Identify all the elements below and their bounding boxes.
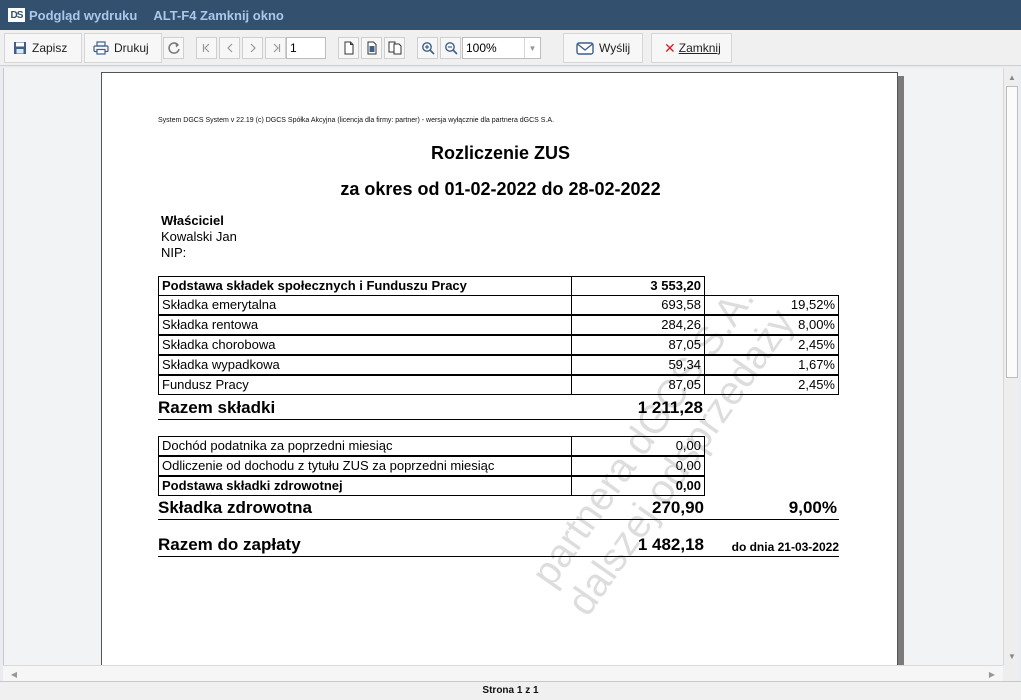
- multi-page-button[interactable]: [384, 37, 405, 59]
- payment-total-label: Razem do zapłaty: [158, 535, 301, 554]
- close-icon: ✕: [664, 39, 676, 56]
- owner-block: Właściciel Kowalski Jan NIP:: [161, 213, 237, 261]
- zoom-in-button[interactable]: [417, 37, 438, 59]
- contribution-label: Składka chorobowa: [158, 335, 572, 355]
- close-button-label: Zamknij: [678, 41, 721, 55]
- zoom-select[interactable]: 100% ▼: [462, 37, 541, 59]
- health-base-value: 0,00: [571, 476, 705, 496]
- contribution-value: 693,58: [571, 295, 705, 315]
- scroll-right-icon[interactable]: ▶: [985, 667, 999, 681]
- vertical-scroll-thumb[interactable]: [1006, 86, 1018, 378]
- report-period: za okres od 01-02-2022 do 28-02-2022: [340, 179, 661, 199]
- print-button[interactable]: Drukuj: [84, 33, 162, 63]
- page-view-button[interactable]: [338, 37, 359, 59]
- report-title: Rozliczenie ZUS: [430, 143, 571, 163]
- title-bar: DS Podgląd wydruku ALT-F4 Zamknij okno: [0, 0, 1021, 30]
- contribution-label: Fundusz Pracy: [158, 375, 572, 395]
- zoom-in-icon: [421, 42, 435, 55]
- health-total-row: Składka zdrowotna 270,90 9,00%: [158, 496, 839, 520]
- chevron-down-icon[interactable]: ▼: [524, 38, 540, 58]
- page-icon: [344, 41, 353, 55]
- owner-name: Kowalski Jan: [161, 229, 237, 244]
- contribution-label: Składka rentowa: [158, 315, 572, 335]
- scroll-left-icon[interactable]: ◀: [7, 667, 21, 681]
- close-button[interactable]: ✕ Zamknij: [651, 33, 732, 63]
- social-total-value: 1 211,28: [637, 398, 703, 417]
- scrollbar-corner: [1003, 665, 1019, 681]
- social-base-label: Podstawa składek społecznych i Funduszu …: [158, 276, 572, 296]
- send-button-label: Wyślij: [599, 41, 631, 55]
- pages-icon: [388, 41, 401, 55]
- previous-page-button[interactable]: [219, 37, 240, 59]
- printer-icon: [93, 41, 109, 55]
- first-page-button[interactable]: [196, 37, 217, 59]
- social-total-label: Razem składki: [158, 398, 276, 417]
- chevron-left-icon: [226, 43, 232, 53]
- envelope-icon: [576, 42, 594, 55]
- owner-heading: Właściciel: [161, 213, 224, 228]
- app-logo: DS: [8, 8, 25, 22]
- social-total-row: Razem składki 1 211,28: [158, 395, 705, 420]
- window-hint: ALT-F4 Zamknij okno: [153, 7, 284, 23]
- print-button-label: Drukuj: [114, 41, 149, 55]
- save-button[interactable]: Zapisz: [4, 33, 82, 63]
- refresh-icon: [167, 42, 180, 54]
- preview-viewport[interactable]: partnera dGCS S.A. dalszej odsprzedaży S…: [3, 68, 1003, 665]
- contribution-percent: 1,67%: [704, 355, 839, 375]
- status-bar: Strona 1 z 1: [0, 681, 1021, 700]
- system-info-line: System DGCS System v 22.19 (c) DGCS Spół…: [158, 117, 555, 124]
- first-page-icon: [202, 43, 209, 53]
- window-title: Podgląd wydruku: [29, 7, 138, 23]
- payment-total-value: 1 482,18: [637, 535, 704, 554]
- page-width-button[interactable]: [361, 37, 382, 59]
- health-total-value: 270,90: [652, 498, 704, 517]
- save-button-label: Zapisz: [32, 41, 68, 55]
- horizontal-scrollbar[interactable]: ◀ ▶: [3, 665, 1003, 681]
- contribution-label: Składka wypadkowa: [158, 355, 572, 375]
- contribution-percent: 2,45%: [704, 375, 839, 395]
- page-info: Strona 1 z 1: [482, 685, 539, 696]
- contribution-value: 59,34: [571, 355, 705, 375]
- health-row-value: 0,00: [571, 456, 705, 476]
- page-number-input[interactable]: [286, 37, 326, 59]
- health-row-label: Dochód podatnika za poprzedni miesiąc: [158, 436, 572, 456]
- zoom-out-icon: [444, 42, 458, 55]
- zoom-out-button[interactable]: [440, 37, 461, 59]
- contribution-label: Składka emerytalna: [158, 295, 572, 315]
- save-icon: [14, 42, 26, 54]
- chevron-right-icon: [250, 43, 256, 53]
- contribution-percent: 2,45%: [704, 335, 839, 355]
- vertical-scrollbar[interactable]: ▲ ▼: [1003, 68, 1019, 665]
- next-page-button[interactable]: [242, 37, 263, 59]
- refresh-button[interactable]: [163, 37, 184, 59]
- send-button[interactable]: Wyślij: [563, 33, 643, 63]
- toolbar: Zapisz Drukuj 100% ▼ Wyślij ✕: [0, 30, 1021, 66]
- report-page: partnera dGCS S.A. dalszej odsprzedaży S…: [101, 72, 898, 665]
- health-total-label: Składka zdrowotna: [158, 498, 312, 517]
- contribution-value: 87,05: [571, 335, 705, 355]
- contribution-value: 284,26: [571, 315, 705, 335]
- last-page-icon: [273, 43, 280, 53]
- contribution-percent: 19,52%: [704, 295, 839, 315]
- health-row-value: 0,00: [571, 436, 705, 456]
- health-total-percent: 9,00%: [788, 498, 837, 517]
- last-page-button[interactable]: [265, 37, 286, 59]
- owner-nip: NIP:: [161, 245, 187, 260]
- contribution-percent: 8,00%: [704, 315, 839, 335]
- zoom-value: 100%: [466, 41, 497, 55]
- scroll-up-icon[interactable]: ▲: [1005, 70, 1019, 84]
- payment-total-row: Razem do zapłaty 1 482,18 do dnia 21-03-…: [158, 531, 839, 557]
- page-width-icon: [367, 41, 376, 55]
- payment-due-date: do dnia 21-03-2022: [731, 540, 839, 554]
- social-base-value: 3 553,20: [571, 276, 705, 296]
- contribution-value: 87,05: [571, 375, 705, 395]
- health-row-label: Odliczenie od dochodu z tytułu ZUS za po…: [158, 456, 572, 476]
- scroll-down-icon[interactable]: ▼: [1005, 649, 1019, 663]
- health-base-label: Podstawa składki zdrowotnej: [158, 476, 572, 496]
